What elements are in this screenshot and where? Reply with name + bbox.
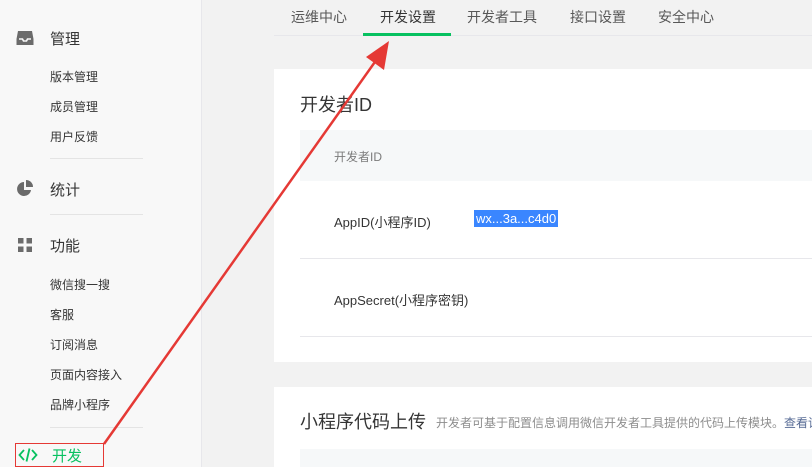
section-description: 开发者可基于配置信息调用微信开发者工具提供的代码上传模块。查看详: [436, 414, 812, 431]
tab-api-settings[interactable]: 接口设置: [570, 7, 626, 27]
sidebar-item-members[interactable]: 成员管理: [50, 98, 98, 116]
sidebar-group-label: 管理: [50, 30, 81, 48]
tab-dev-tools[interactable]: 开发者工具: [467, 7, 537, 27]
section-title: 开发者ID: [300, 95, 372, 115]
sidebar-item-feedback[interactable]: 用户反馈: [50, 128, 98, 146]
sidebar-item-label: 开发: [52, 447, 83, 465]
active-tab-indicator: [363, 33, 451, 36]
sidebar-item-customer-service[interactable]: 客服: [50, 306, 74, 324]
tab-dev-settings[interactable]: 开发设置: [380, 7, 436, 27]
developer-id-card: 开发者ID 开发者ID AppID(小程序ID) wx...3a...c4d0 …: [274, 69, 812, 362]
sidebar-group-label: 功能: [50, 237, 81, 255]
code-upload-card: 小程序代码上传 开发者可基于配置信息调用微信开发者工具提供的代码上传模块。查看详: [274, 387, 812, 467]
table-header-label: 开发者ID: [334, 150, 383, 164]
table-row: AppID(小程序ID) wx...3a...c4d0: [300, 181, 812, 259]
tab-security-center[interactable]: 安全中心: [658, 7, 714, 27]
section-title: 小程序代码上传: [300, 412, 426, 432]
sidebar-item-subscribe-message[interactable]: 订阅消息: [50, 336, 98, 354]
sidebar-group-features[interactable]: 功能: [16, 233, 80, 257]
sidebar: 管理 版本管理 成员管理 用户反馈 统计 功能 微信搜一搜 客服 订阅消息 页面…: [0, 0, 202, 467]
sidebar-item-page-content[interactable]: 页面内容接入: [50, 366, 122, 384]
table-header: [300, 449, 812, 467]
divider: [50, 158, 143, 159]
sidebar-item-develop[interactable]: 开发: [18, 444, 82, 466]
appid-label: AppID(小程序ID): [334, 215, 431, 230]
sidebar-group-stats[interactable]: 统计: [16, 177, 80, 201]
sidebar-item-search[interactable]: 微信搜一搜: [50, 276, 110, 294]
sidebar-group-label: 统计: [50, 181, 81, 199]
inbox-icon: [16, 29, 34, 47]
description-text: 开发者可基于配置信息调用微信开发者工具提供的代码上传模块。: [436, 416, 785, 430]
divider: [50, 427, 143, 428]
table-header: 开发者ID: [300, 130, 812, 181]
divider: [50, 214, 143, 215]
pie-chart-icon: [16, 180, 34, 198]
sidebar-item-version[interactable]: 版本管理: [50, 68, 98, 86]
appsecret-label: AppSecret(小程序密钥): [334, 293, 469, 308]
appid-value[interactable]: wx...3a...c4d0: [474, 210, 559, 227]
tab-bar: 运维中心 开发设置 开发者工具 接口设置 安全中心: [274, 0, 812, 36]
sidebar-item-brand-miniprogram[interactable]: 品牌小程序: [50, 396, 110, 414]
grid-icon: [16, 236, 34, 254]
code-icon: [18, 446, 38, 464]
view-details-link[interactable]: 查看详: [784, 416, 812, 430]
sidebar-group-manage[interactable]: 管理: [16, 26, 80, 50]
table-row: AppSecret(小程序密钥): [300, 259, 812, 337]
tab-ops-center[interactable]: 运维中心: [291, 7, 347, 27]
